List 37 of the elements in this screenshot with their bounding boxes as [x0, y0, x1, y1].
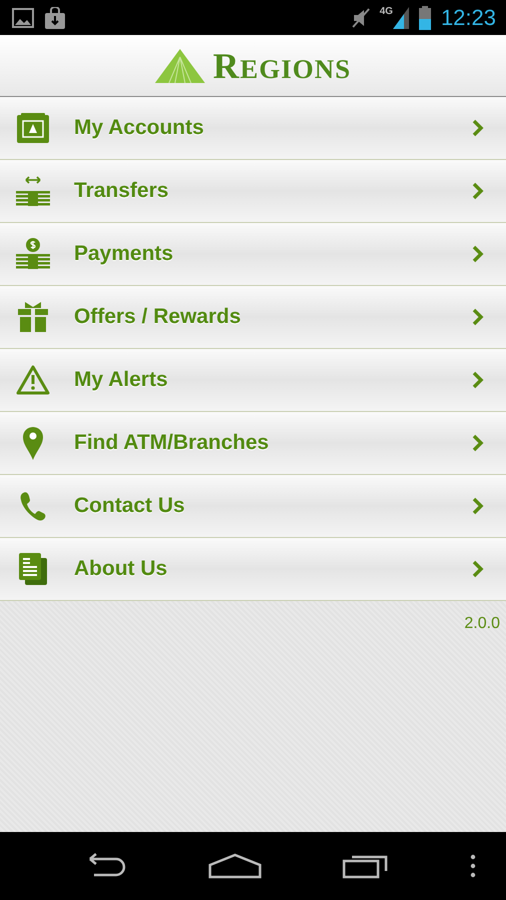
- pyramid-logo-icon: [154, 48, 205, 82]
- chevron-right-icon: [472, 182, 484, 200]
- version-number: 2.0.0: [464, 615, 500, 633]
- shopping-bag-icon: [44, 6, 66, 28]
- clock-time: 12:23: [440, 4, 496, 30]
- network-type: 4G: [380, 6, 393, 17]
- chevron-right-icon: [472, 119, 484, 137]
- menu-item[interactable]: Find ATM/Branches: [0, 412, 506, 475]
- chevron-right-icon: [472, 434, 484, 452]
- recent-apps-icon[interactable]: [342, 853, 390, 879]
- chevron-right-icon: [472, 245, 484, 263]
- home-icon[interactable]: [208, 853, 262, 879]
- money-coin-icon: [14, 238, 52, 270]
- document-icon: [19, 553, 47, 585]
- battery-icon: [418, 6, 431, 30]
- muted-speaker-icon: [352, 6, 370, 28]
- vault-icon: [17, 113, 49, 143]
- signal-icon: [392, 6, 409, 28]
- money-transfer-icon: [14, 175, 52, 207]
- chevron-right-icon: [472, 308, 484, 326]
- gift-icon: [17, 302, 49, 332]
- menu-item[interactable]: My Accounts: [0, 97, 506, 160]
- menu-item[interactable]: About Us: [0, 538, 506, 601]
- menu-item[interactable]: My Alerts: [0, 349, 506, 412]
- warning-icon: [16, 365, 50, 395]
- chevron-right-icon: [472, 371, 484, 389]
- picture-icon: [12, 8, 34, 28]
- overflow-menu-icon[interactable]: [470, 854, 476, 878]
- menu-item[interactable]: Contact Us: [0, 475, 506, 538]
- chevron-right-icon: [472, 497, 484, 515]
- menu-item[interactable]: Transfers: [0, 160, 506, 223]
- map-pin-icon: [22, 426, 44, 460]
- phone-icon: [19, 491, 47, 521]
- menu-item[interactable]: Offers / Rewards: [0, 286, 506, 349]
- menu-item[interactable]: Payments: [0, 223, 506, 286]
- bank-logo: REGIONS: [212, 44, 352, 86]
- chevron-right-icon: [472, 560, 484, 578]
